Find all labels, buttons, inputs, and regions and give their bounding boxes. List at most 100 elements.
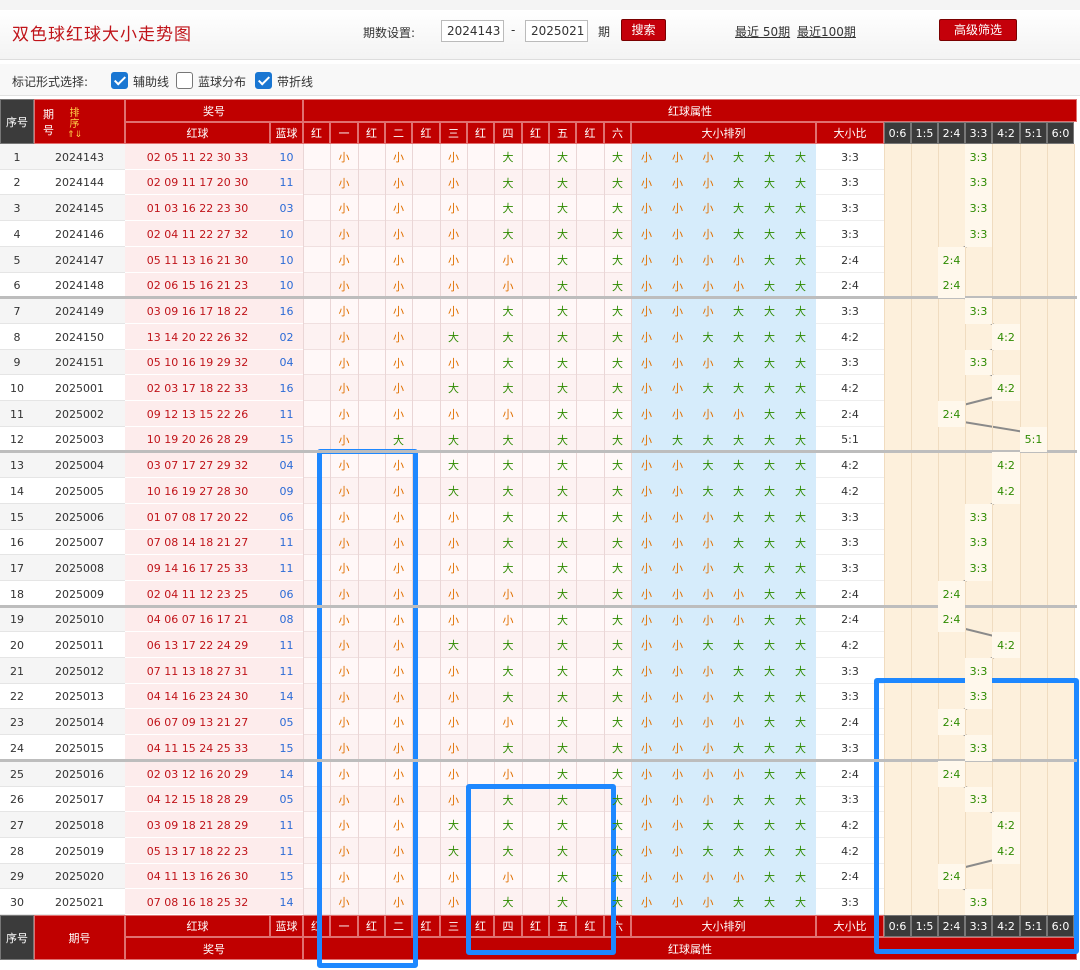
- row-period: 2025020: [55, 870, 104, 883]
- search-button[interactable]: 搜索: [621, 19, 666, 41]
- end-period-input[interactable]: 2025021: [525, 20, 588, 42]
- row-period: 2025010: [55, 613, 104, 626]
- footer-jianghao: 奖号: [125, 937, 303, 960]
- order-5: 大: [764, 845, 775, 858]
- row-blue-ball: 11: [279, 844, 294, 858]
- order-6: 大: [795, 588, 806, 601]
- order-5: 大: [764, 331, 775, 344]
- position-4-attr: 小: [502, 254, 514, 267]
- polyline-checkbox[interactable]: [255, 72, 272, 89]
- order-6: 大: [795, 639, 806, 652]
- order-4: 大: [733, 485, 744, 498]
- sort-button[interactable]: 排序 ⇑⇓: [67, 108, 82, 141]
- position-2-attr: 小: [393, 613, 404, 627]
- order-2: 小: [672, 562, 683, 575]
- order-4: 大: [733, 845, 744, 858]
- order-5: 大: [764, 742, 775, 755]
- order-1: 小: [641, 845, 652, 858]
- row-red-balls: 04 12 15 18 28 29: [146, 793, 249, 806]
- position-2-attr: 小: [393, 588, 404, 601]
- position-1-attr: 小: [338, 613, 350, 627]
- order-3: 大: [702, 459, 714, 472]
- row-period: 2024151: [55, 356, 104, 369]
- row-period: 2025015: [55, 741, 104, 755]
- row-period: 2025019: [55, 844, 104, 858]
- dist-col-divider: [1047, 144, 1048, 915]
- row-blue-ball: 09: [279, 484, 294, 498]
- order-3: 小: [702, 716, 714, 729]
- row-ratio: 2:4: [841, 253, 859, 267]
- order-3: 小: [702, 613, 714, 627]
- row-blue-ball: 04: [279, 458, 294, 472]
- order-3: 小: [702, 588, 714, 601]
- position-1-attr: 小: [338, 254, 350, 267]
- position-3-attr: 小: [448, 176, 459, 190]
- order-6: 大: [795, 228, 806, 241]
- order-5: 大: [764, 536, 775, 550]
- order-1: 小: [641, 408, 652, 421]
- row-period: 2025001: [55, 381, 104, 395]
- group-divider: [0, 296, 1077, 299]
- ratio-dist-mark: 4:2: [992, 812, 1020, 838]
- order-4: 大: [733, 305, 744, 318]
- position-4-attr: 小: [502, 768, 514, 781]
- ratio-dist-mark: 3:3: [965, 195, 992, 221]
- order-4: 大: [733, 793, 744, 807]
- order-5: 大: [764, 665, 775, 678]
- attr-col-divider: [576, 144, 577, 915]
- footer-dist-3: 3:3: [965, 915, 992, 937]
- order-5: 大: [764, 511, 775, 524]
- order-5: 大: [764, 819, 775, 832]
- row-period: 2025008: [55, 561, 104, 575]
- row-seq: 27: [10, 818, 24, 832]
- order-1: 小: [641, 768, 652, 781]
- position-6-attr: 大: [612, 870, 623, 884]
- mark-options-bar: 标记形式选择: 辅助线 蓝球分布 带折线: [0, 64, 1080, 96]
- order-5: 大: [764, 356, 775, 370]
- row-ratio: 2:4: [841, 870, 859, 883]
- position-2-attr: 小: [393, 151, 404, 164]
- row-seq: 25: [10, 767, 24, 781]
- order-2: 小: [672, 536, 683, 550]
- advanced-filter-button[interactable]: 高级筛选: [939, 19, 1017, 41]
- order-1: 小: [641, 305, 652, 318]
- position-3-attr: 大: [448, 331, 459, 344]
- aux-line-checkbox[interactable]: [111, 72, 128, 89]
- row-ratio: 4:2: [841, 330, 859, 344]
- recent-100-link[interactable]: 最近100期: [797, 23, 856, 40]
- order-6: 大: [795, 356, 806, 370]
- order-4: 小: [733, 408, 744, 421]
- row-seq: 1: [13, 150, 21, 164]
- row-seq: 19: [10, 613, 24, 626]
- row-ratio: 5:1: [841, 433, 859, 446]
- position-1-attr: 小: [338, 176, 350, 190]
- start-period-input[interactable]: 2024143: [441, 20, 504, 42]
- order-6: 大: [795, 716, 806, 729]
- position-3-attr: 小: [448, 768, 459, 781]
- row-period: 2024149: [55, 304, 104, 318]
- row-blue-ball: 15: [279, 741, 294, 755]
- row-ratio: 3:3: [841, 793, 859, 806]
- order-3: 小: [702, 202, 714, 215]
- recent-50-link[interactable]: 最近 50期: [735, 23, 790, 40]
- order-3: 大: [702, 382, 714, 395]
- ratio-dist-header-2: 2:4: [938, 122, 965, 144]
- order-3: 大: [702, 819, 714, 832]
- order-6: 大: [795, 202, 806, 215]
- position-5-attr: 大: [557, 870, 568, 884]
- order-1: 小: [641, 562, 652, 575]
- position-1-attr: 小: [338, 742, 350, 755]
- row-blue-ball: 11: [279, 638, 294, 652]
- order-4: 大: [733, 228, 744, 241]
- blue-dist-checkbox[interactable]: [176, 72, 193, 89]
- row-seq: 9: [13, 356, 21, 369]
- position-5-attr: 大: [557, 613, 568, 627]
- group-divider: [0, 450, 1077, 453]
- row-period: 2025007: [55, 536, 104, 549]
- position-5-attr: 大: [557, 665, 568, 678]
- row-seq: 12: [10, 433, 24, 446]
- order-5: 大: [764, 459, 775, 472]
- row-seq: 29: [10, 870, 24, 883]
- order-6: 大: [795, 176, 806, 190]
- row-blue-ball: 06: [279, 587, 294, 601]
